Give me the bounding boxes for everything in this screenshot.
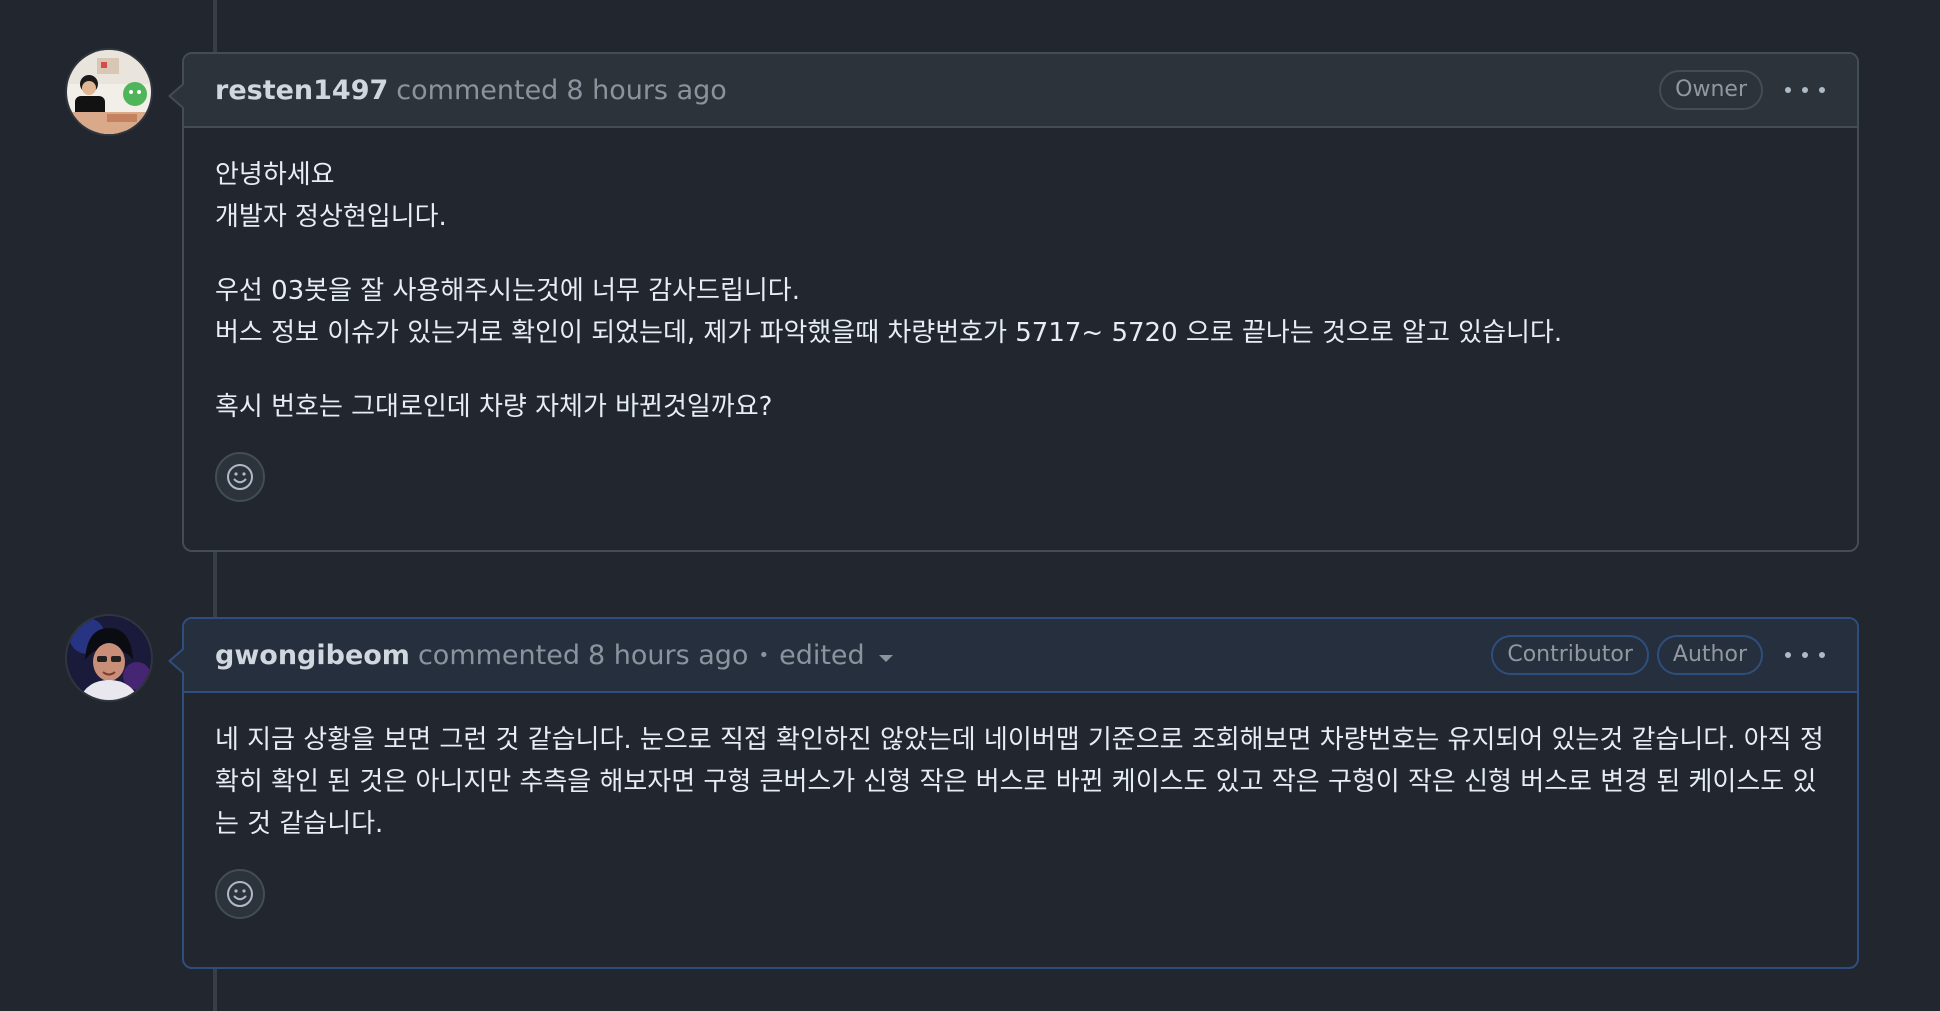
- comment-body: 네 지금 상황을 보면 그런 것 같습니다. 눈으로 직접 확인하진 않았는데 …: [184, 693, 1857, 947]
- owner-badge: Owner: [1659, 70, 1763, 110]
- comment-action: commented: [396, 74, 559, 106]
- comment-text-line: 버스 정보 이슈가 있는거로 확인이 되었는데, 제가 파악했을때 차량번호가 …: [215, 318, 1563, 348]
- timeline-line: [213, 552, 217, 618]
- edited-label: edited: [779, 639, 865, 671]
- timeline-line: [213, 0, 217, 54]
- comment-text-line: 우선 03봇을 잘 사용해주시는것에 너무 감사드립니다.: [215, 276, 800, 306]
- comment-text-line: 개발자 정상현입니다.: [215, 202, 447, 232]
- comment-paragraph: 우선 03봇을 잘 사용해주시는것에 너무 감사드립니다. 버스 정보 이슈가 …: [215, 270, 1826, 354]
- comment-paragraph: 혹시 번호는 그대로인데 차량 자체가 바뀐것일까요?: [215, 386, 1826, 428]
- kebab-horizontal-icon[interactable]: [1785, 640, 1825, 670]
- comment: resten1497 commented 8 hours ago Owner 안…: [168, 52, 1859, 552]
- edited-history-dropdown[interactable]: edited: [779, 640, 893, 671]
- smiley-icon: [227, 881, 253, 907]
- comment: gwongibeom commented 8 hours ago • edite…: [168, 617, 1859, 969]
- avatar[interactable]: [67, 50, 151, 134]
- comment-header: gwongibeom commented 8 hours ago • edite…: [184, 619, 1857, 693]
- comment-header: resten1497 commented 8 hours ago Owner: [184, 54, 1857, 128]
- comment-paragraph: 네 지금 상황을 보면 그런 것 같습니다. 눈으로 직접 확인하진 않았는데 …: [215, 719, 1826, 845]
- avatar[interactable]: [67, 616, 151, 700]
- comment-timestamp[interactable]: 8 hours ago: [588, 640, 748, 671]
- contributor-badge: Contributor: [1491, 635, 1649, 675]
- comment-author-username[interactable]: resten1497: [215, 75, 388, 106]
- comment-action: commented: [417, 639, 580, 671]
- triangle-down-icon: [878, 654, 893, 662]
- smiley-icon: [227, 464, 253, 490]
- separator-dot: •: [758, 644, 770, 666]
- comment-timestamp[interactable]: 8 hours ago: [566, 75, 726, 106]
- comment-text-line: 안녕하세요: [215, 160, 335, 190]
- author-badge: Author: [1656, 635, 1763, 675]
- issue-timeline: resten1497 commented 8 hours ago Owner 안…: [0, 0, 1940, 1011]
- kebab-horizontal-icon[interactable]: [1785, 75, 1825, 105]
- comment-text-line: 는 것 같습니다.: [215, 809, 384, 839]
- comment-paragraph: 안녕하세요 개발자 정상현입니다.: [215, 154, 1826, 238]
- comment-text-line: 확히 확인 된 것은 아니지만 추측을 해보자면 구형 큰버스가 신형 작은 버…: [215, 767, 1817, 797]
- comment-text-line: 네 지금 상황을 보면 그런 것 같습니다. 눈으로 직접 확인하진 않았는데 …: [215, 725, 1824, 755]
- add-reaction-button[interactable]: [215, 452, 265, 502]
- add-reaction-button[interactable]: [215, 869, 265, 919]
- timeline-line: [213, 968, 217, 1011]
- comment-text-line: 혹시 번호는 그대로인데 차량 자체가 바뀐것일까요?: [215, 392, 773, 422]
- comment-body: 안녕하세요 개발자 정상현입니다. 우선 03봇을 잘 사용해주시는것에 너무 …: [184, 128, 1857, 530]
- comment-author-username[interactable]: gwongibeom: [215, 640, 410, 671]
